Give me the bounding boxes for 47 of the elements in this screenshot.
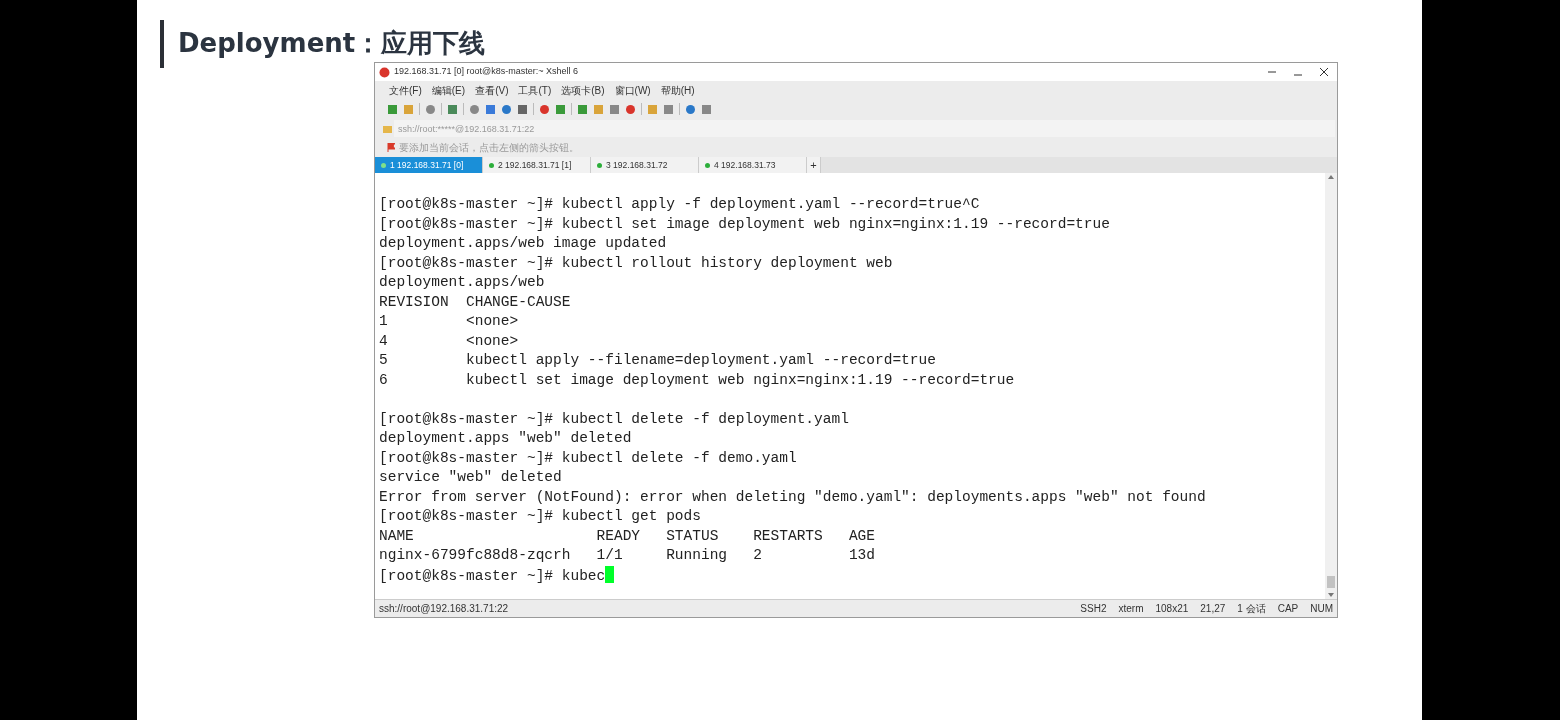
menu-item[interactable]: 工具(T) (518, 82, 552, 98)
terminal-line: 5 kubectl apply --filename=deployment.yaml --record=true (379, 351, 937, 370)
status-text: SSH2 (1080, 602, 1107, 616)
status-text: ssh://root@192.168.31.71:22 (379, 602, 510, 616)
status-text: 108x21 (1155, 602, 1189, 616)
status-text: CAP (1277, 602, 1299, 616)
menu-item[interactable]: 文件(F) (389, 82, 422, 98)
session-tab[interactable]: 1 192.168.31.71 [0] (375, 157, 483, 173)
scroll-down-icon (1327, 591, 1335, 599)
status-text: xterm (1118, 602, 1144, 616)
terminal-line: Error from server (NotFound): error when deleting "demo.yaml": deployments.apps "web" not found (379, 487, 1207, 507)
terminal-line: NAME READY STATUS RESTARTS AGE (379, 526, 876, 546)
terminal-line: service "web" deleted (379, 468, 563, 487)
status-text: 21,27 (1200, 602, 1226, 616)
menu-item[interactable]: 窗口(W) (614, 82, 651, 98)
menu-item[interactable]: 编辑(E) (431, 82, 466, 98)
session-tab[interactable]: 2 192.168.31.71 [1] (483, 157, 591, 173)
menu-item[interactable]: 查看(V) (475, 82, 509, 98)
hint-text: 要添加当前会话，点击左侧的箭头按钮。 (399, 141, 579, 155)
new-tab-button[interactable]: + (807, 157, 821, 173)
terminal-line: [root@k8s-master ~]# kubectl rollout history deployment web (379, 253, 894, 273)
close-icon[interactable] (1319, 67, 1329, 77)
terminal-line: deployment.apps "web" deleted (379, 429, 633, 448)
terminal-line: deployment.apps/web (379, 273, 546, 292)
terminal-line: 4 <none> (379, 331, 520, 351)
scrollbar[interactable] (1325, 173, 1337, 599)
status-text: NUM (1310, 602, 1333, 616)
status-text: 1 会话 (1237, 602, 1266, 616)
terminal-line: nginx-6799fc88d8-zqcrh 1/1 Running 2 13d (379, 546, 876, 565)
terminal-line: [root@k8s-master ~]# kubectl apply -f deployment.yaml --record=true^C (379, 195, 981, 214)
slide-title: Deployment：应用下线 (178, 30, 486, 60)
terminal-line: [root@k8s-master ~]# kubectl get pods (379, 507, 702, 526)
terminal-line: [root@k8s-master ~]# kubectl set image deployment web nginx=nginx:1.19 --record=true (379, 214, 1111, 234)
command-prompt[interactable]: [root@k8s-master ~]# kubec (379, 567, 606, 584)
menu-item[interactable]: 帮助(H) (660, 82, 695, 98)
flag-icon (387, 143, 395, 152)
terminal-line: 1 <none> (379, 312, 520, 331)
terminal-line: deployment.apps/web image updated (379, 234, 668, 253)
terminal-line: REVISION CHANGE-CAUSE (379, 292, 572, 312)
menu-item[interactable]: 选项卡(B) (561, 82, 605, 98)
terminal-line: 6 kubectl set image deployment web nginx=nginx:1.19 --record=true (379, 370, 1016, 390)
window-title: 192.168.31.71 [0] root@k8s-master:~ Xshell 6 (394, 65, 579, 79)
scroll-thumb[interactable] (1327, 576, 1335, 588)
terminal-line: [root@k8s-master ~]# kubectl delete -f demo.yaml (379, 448, 798, 468)
session-tab[interactable]: 4 192.168.31.73 (699, 157, 807, 173)
session-tab[interactable]: 3 192.168.31.72 (591, 157, 699, 173)
terminal-line: [root@k8s-master ~]# kubectl delete -f deployment.yaml (379, 409, 850, 429)
